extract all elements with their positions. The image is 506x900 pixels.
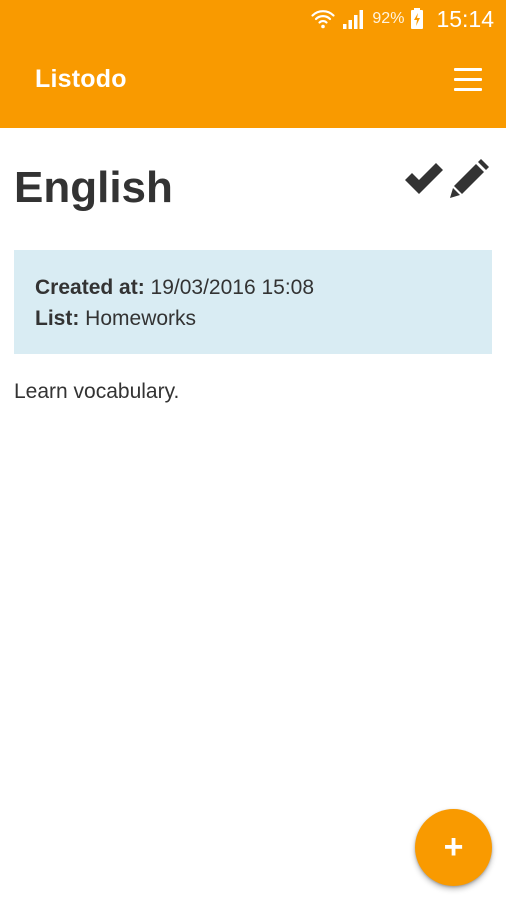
task-details-box: Created at: 19/03/2016 15:08 List: Homew… (14, 250, 492, 354)
app-bar: 92% 15:14 Listodo (0, 0, 506, 128)
signal-icon (342, 8, 366, 30)
hamburger-menu-icon[interactable] (454, 68, 482, 92)
task-description: Learn vocabulary. (14, 380, 180, 403)
task-title: English (14, 163, 173, 212)
list-label: List: (35, 307, 80, 330)
created-at-value: 19/03/2016 15:08 (150, 276, 315, 299)
wifi-icon (310, 7, 336, 31)
task-actions (402, 154, 492, 202)
pencil-icon[interactable] (448, 154, 492, 202)
created-at-row: Created at: 19/03/2016 15:08 (35, 272, 471, 303)
add-task-button[interactable]: + (415, 809, 492, 886)
battery-charging-icon (410, 8, 424, 30)
status-indicators: 92% 15:14 (310, 4, 494, 34)
status-bar: 92% 15:14 (0, 0, 506, 38)
plus-icon: + (443, 827, 464, 866)
list-row: List: Homeworks (35, 303, 471, 334)
toolbar: Listodo (0, 38, 506, 128)
battery-percent: 92% (372, 10, 405, 27)
created-at-label: Created at: (35, 276, 145, 299)
checkmark-icon[interactable] (402, 154, 446, 202)
app-title: Listodo (35, 65, 127, 93)
status-time: 15:14 (436, 5, 494, 32)
list-value: Homeworks (85, 307, 197, 330)
